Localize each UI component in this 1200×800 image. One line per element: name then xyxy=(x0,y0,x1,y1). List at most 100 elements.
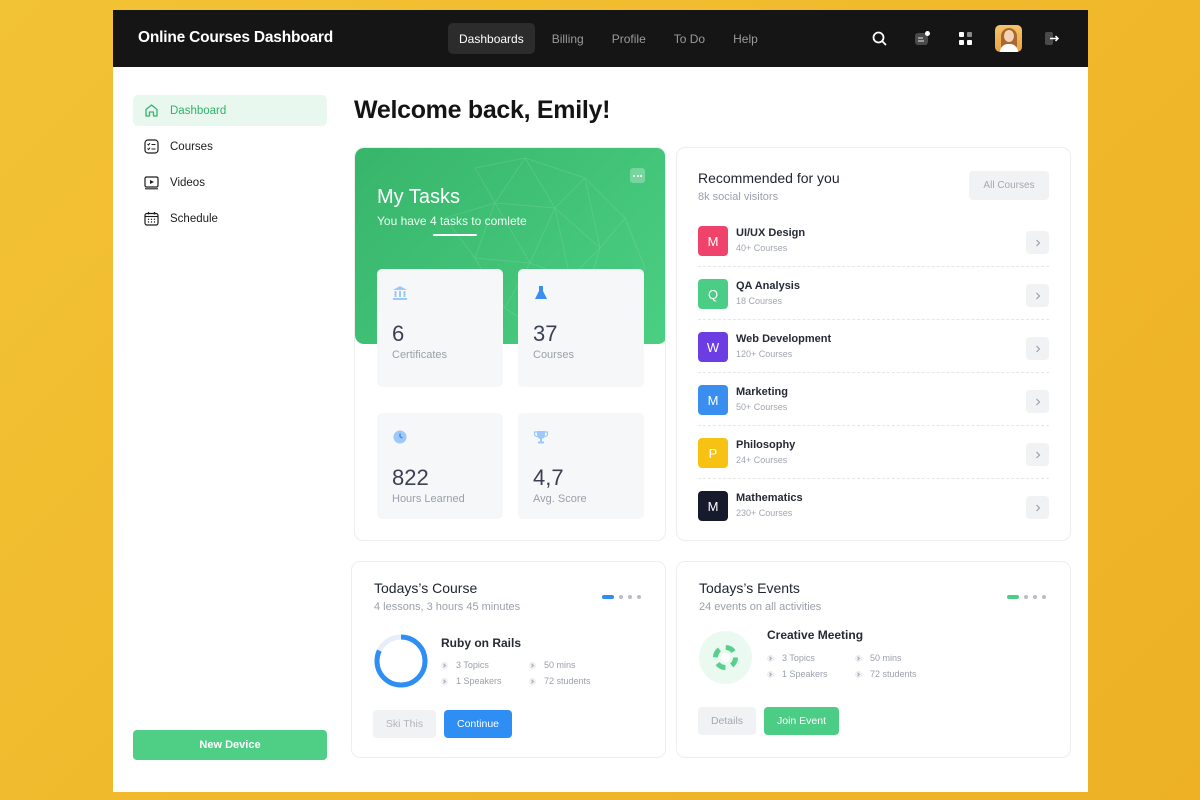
carousel-dots[interactable] xyxy=(1007,595,1046,599)
stat-value: 37 xyxy=(533,321,558,346)
home-icon xyxy=(143,103,159,119)
calendar-icon xyxy=(143,211,159,227)
stat-label: Certificates xyxy=(392,349,448,361)
course-row-qa[interactable]: Q QA Analysis 18 Courses xyxy=(698,267,1049,320)
continue-button[interactable]: Continue xyxy=(444,710,512,738)
recommended-subtitle: 8k social visitors xyxy=(698,191,779,203)
user-avatar[interactable] xyxy=(994,24,1023,53)
todays-course-card: Todays’s Course 4 lessons, 3 hours 45 mi… xyxy=(351,561,666,758)
course-row-mathematics[interactable]: M Mathematics 230+ Courses xyxy=(698,479,1049,532)
course-count: 230+ Courses xyxy=(736,508,793,518)
course-row-webdev[interactable]: W Web Development 120+ Courses xyxy=(698,320,1049,373)
chevron-right-icon[interactable] xyxy=(1026,496,1049,519)
course-letter-badge: W xyxy=(698,332,728,362)
nav-item-billing[interactable]: Billing xyxy=(541,23,595,54)
list-icon xyxy=(143,139,159,155)
stat-card-hours: 822 Hours Learned xyxy=(377,413,503,519)
my-tasks-card: My Tasks You have 4 tasks to comlete 6 C… xyxy=(354,147,666,541)
notification-icon[interactable] xyxy=(908,24,937,53)
meta-topics: 3 Topics xyxy=(441,660,489,670)
new-device-button[interactable]: New Device xyxy=(133,730,327,760)
course-name: Marketing xyxy=(736,386,788,398)
tasks-title: My Tasks xyxy=(377,186,460,208)
meta-students: 72 students xyxy=(855,669,917,679)
tasks-subtitle: You have 4 tasks to comlete xyxy=(377,214,527,228)
meta-duration: 50 mins xyxy=(855,653,902,663)
sidebar-item-dashboard[interactable]: Dashboard xyxy=(133,95,327,126)
chevron-right-icon[interactable] xyxy=(1026,284,1049,307)
course-count: 18 Courses xyxy=(736,296,783,306)
search-icon[interactable] xyxy=(865,24,894,53)
course-letter-badge: P xyxy=(698,438,728,468)
carousel-dots[interactable] xyxy=(602,595,641,599)
todays-course-subtitle: 4 lessons, 3 hours 45 minutes xyxy=(374,601,521,613)
course-name: Web Development xyxy=(736,333,832,345)
top-navbar: Online Courses Dashboard Dashboards Bill… xyxy=(113,10,1088,67)
all-courses-button[interactable]: All Courses xyxy=(969,171,1049,200)
tasks-more-button[interactable] xyxy=(630,168,645,183)
stat-value: 822 xyxy=(392,465,429,490)
sidebar-item-label: Schedule xyxy=(170,212,218,225)
course-progress-ring xyxy=(374,634,428,688)
course-name: UI/UX Design xyxy=(736,227,806,239)
stat-label: Courses xyxy=(533,349,574,361)
todays-events-subtitle: 24 events on all activities xyxy=(699,601,822,613)
page-title: Welcome back, Emily! xyxy=(354,96,611,124)
course-row-marketing[interactable]: M Marketing 50+ Courses xyxy=(698,373,1049,426)
bank-icon xyxy=(392,285,408,301)
tasks-underline xyxy=(433,234,477,236)
stat-card-certificates: 6 Certificates xyxy=(377,269,503,387)
course-letter-badge: M xyxy=(698,385,728,415)
course-row-philosophy[interactable]: P Philosophy 24+ Courses xyxy=(698,426,1049,479)
course-name: QA Analysis xyxy=(736,280,800,292)
lifebuoy-icon xyxy=(699,631,752,684)
course-count: 40+ Courses xyxy=(736,243,788,253)
course-name: Philosophy xyxy=(736,439,796,451)
course-name: Mathematics xyxy=(736,492,803,504)
main-nav: Dashboards Billing Profile To Do Help xyxy=(448,23,769,54)
nav-item-todo[interactable]: To Do xyxy=(663,23,716,54)
sidebar-item-schedule[interactable]: Schedule xyxy=(133,203,327,234)
nav-item-dashboards[interactable]: Dashboards xyxy=(448,23,535,54)
apps-grid-icon[interactable] xyxy=(951,24,980,53)
todays-events-card: Todays’s Events 24 events on all activit… xyxy=(676,561,1071,758)
course-name: Ruby on Rails xyxy=(441,636,522,650)
skip-button[interactable]: Ski This xyxy=(373,710,436,738)
chevron-right-icon[interactable] xyxy=(1026,443,1049,466)
meta-speakers: 1 Speakers xyxy=(767,669,828,679)
meta-speakers: 1 Speakers xyxy=(441,676,502,686)
course-row-uiux[interactable]: M UI/UX Design 40+ Courses xyxy=(698,214,1049,267)
stat-value: 6 xyxy=(392,321,405,346)
meta-duration: 50 mins xyxy=(529,660,576,670)
chevron-right-icon[interactable] xyxy=(1026,231,1049,254)
nav-item-help[interactable]: Help xyxy=(722,23,769,54)
app-title: Online Courses Dashboard xyxy=(138,29,334,46)
recommended-card: Recommended for you 8k social visitors A… xyxy=(676,147,1071,541)
nav-item-profile[interactable]: Profile xyxy=(601,23,657,54)
avatar xyxy=(995,25,1022,52)
sidebar-item-videos[interactable]: Videos xyxy=(133,167,327,198)
app-window: Online Courses Dashboard Dashboards Bill… xyxy=(113,10,1088,792)
event-name: Creative Meeting xyxy=(767,628,864,642)
details-button[interactable]: Details xyxy=(698,707,756,735)
course-letter-badge: Q xyxy=(698,279,728,309)
todays-events-title: Todays’s Events xyxy=(699,580,800,596)
stat-value: 4,7 xyxy=(533,465,564,490)
chevron-right-icon[interactable] xyxy=(1026,390,1049,413)
join-event-button[interactable]: Join Event xyxy=(764,707,839,735)
chevron-right-icon[interactable] xyxy=(1026,337,1049,360)
trophy-icon xyxy=(533,429,549,445)
todays-course-title: Todays’s Course xyxy=(374,580,478,596)
meta-students: 72 students xyxy=(529,676,591,686)
stat-card-score: 4,7 Avg. Score xyxy=(518,413,644,519)
flask-icon xyxy=(533,285,549,301)
logout-icon[interactable] xyxy=(1037,24,1066,53)
stat-label: Avg. Score xyxy=(533,493,587,505)
meta-topics: 3 Topics xyxy=(767,653,815,663)
sidebar-item-label: Dashboard xyxy=(170,104,227,117)
course-letter-badge: M xyxy=(698,226,728,256)
sidebar-item-courses[interactable]: Courses xyxy=(133,131,327,162)
recommended-title: Recommended for you xyxy=(698,170,840,186)
sidebar-item-label: Courses xyxy=(170,140,213,153)
sidebar: Dashboard Courses Videos Schedule xyxy=(133,95,327,239)
